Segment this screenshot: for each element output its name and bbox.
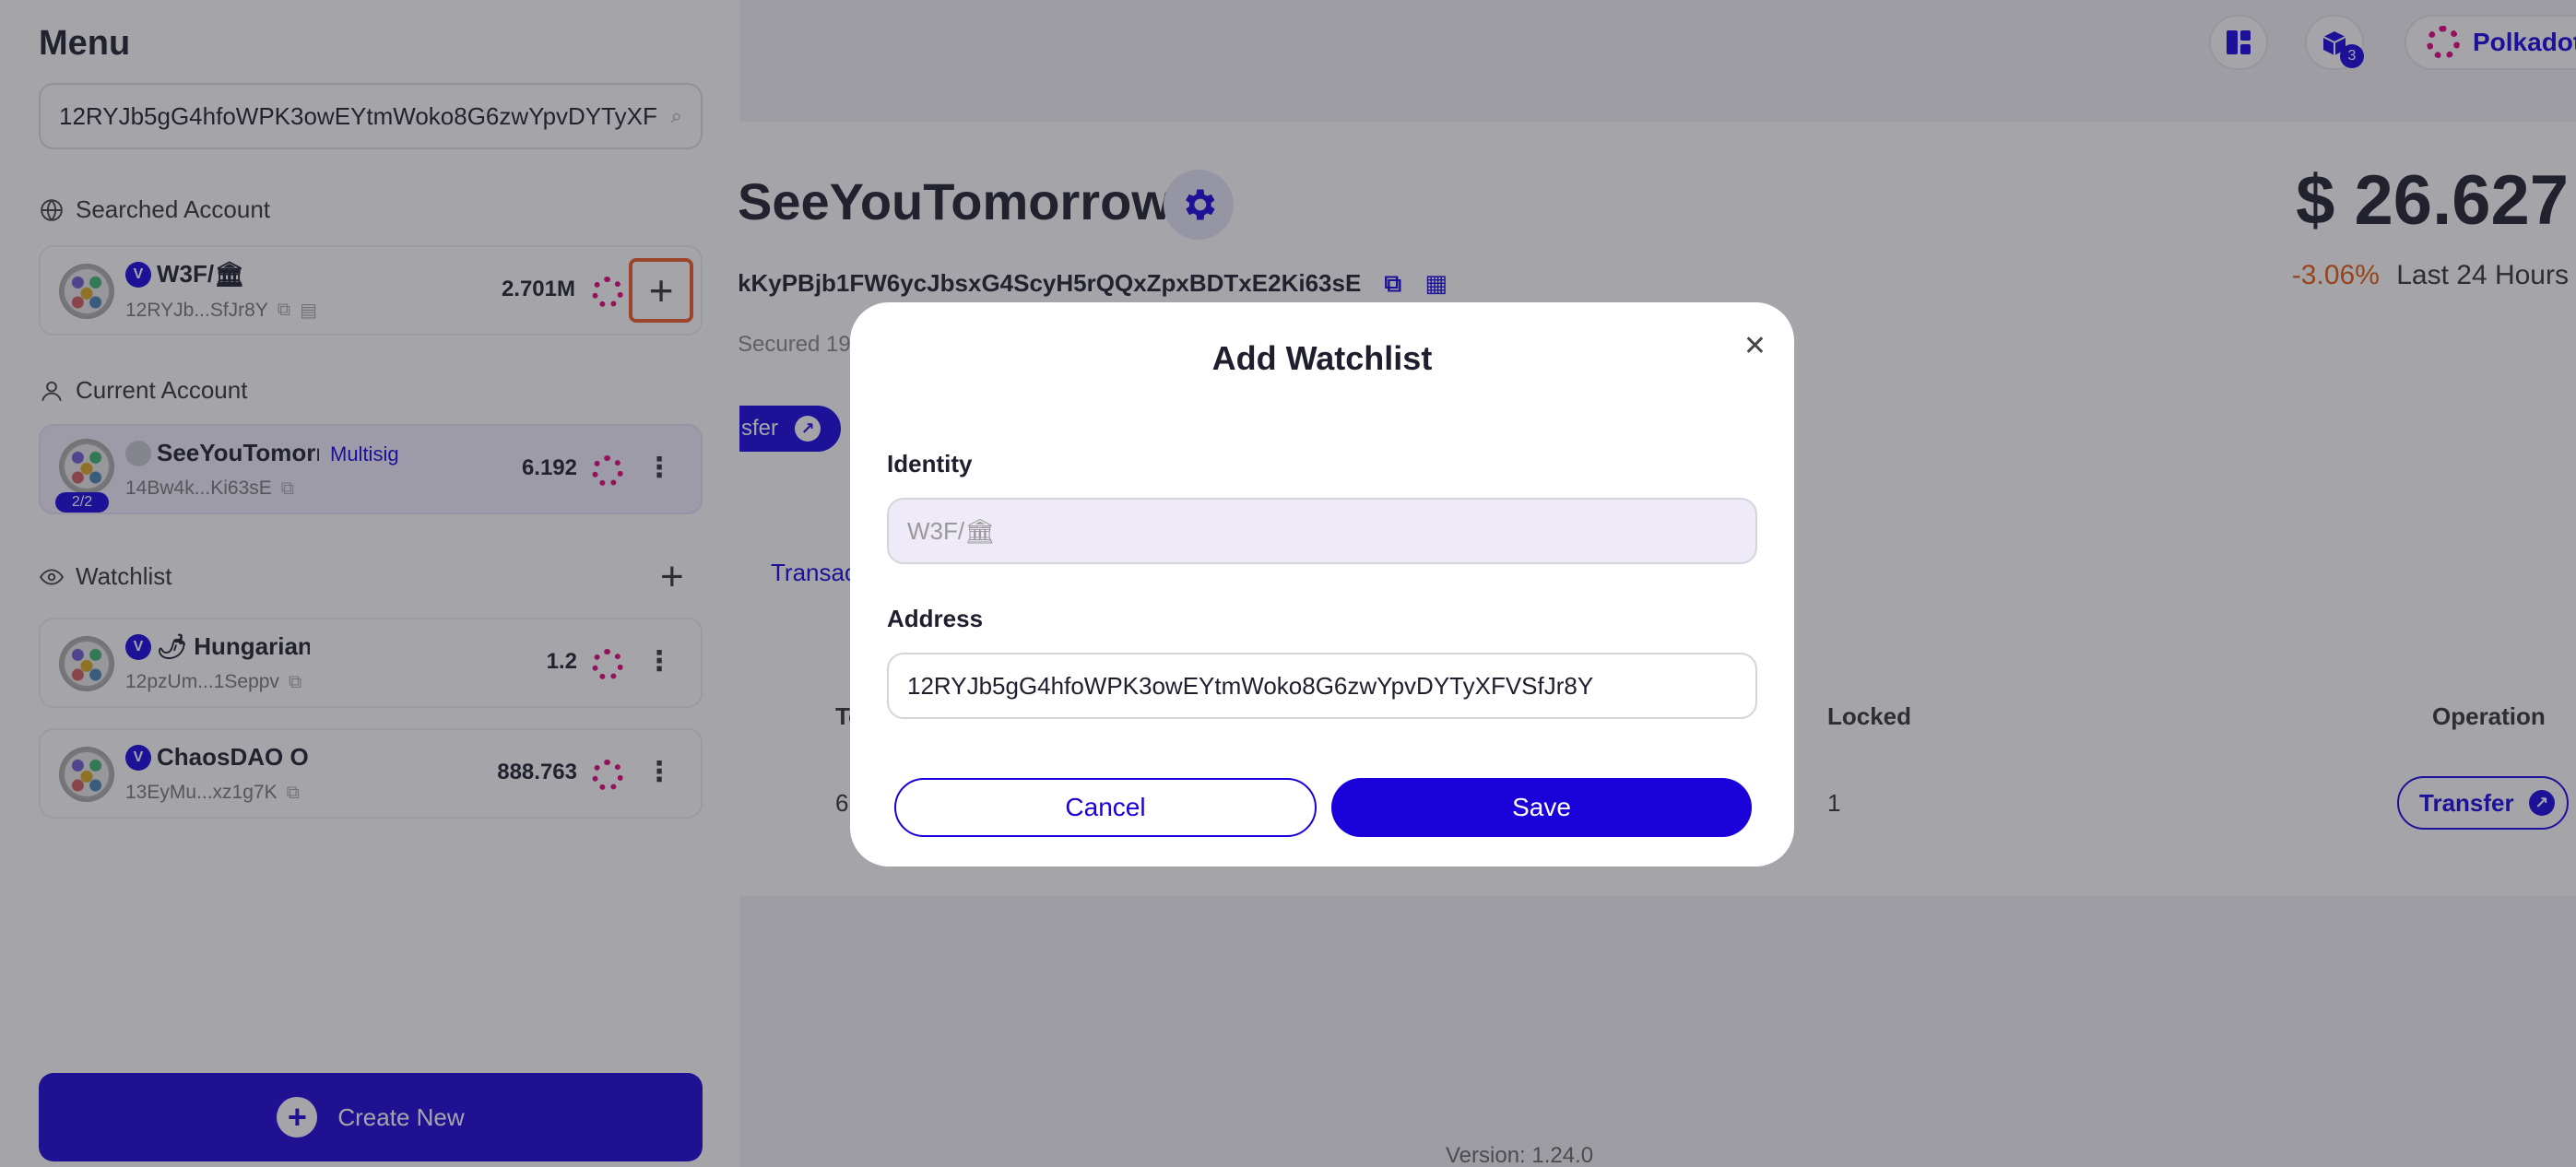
save-button[interactable]: Save — [1331, 778, 1752, 837]
address-field[interactable] — [887, 653, 1757, 719]
cancel-button[interactable]: Cancel — [894, 778, 1317, 837]
identity-label: Identity — [887, 450, 973, 477]
identity-input — [907, 516, 1737, 546]
address-input[interactable] — [907, 671, 1737, 701]
close-icon[interactable]: ✕ — [1743, 330, 1767, 362]
address-label: Address — [887, 605, 984, 632]
identity-field — [887, 498, 1757, 564]
add-watchlist-dialog: Add Watchlist ✕ Identity Address Cancel … — [850, 302, 1794, 866]
dialog-title: Add Watchlist — [1211, 339, 1433, 377]
